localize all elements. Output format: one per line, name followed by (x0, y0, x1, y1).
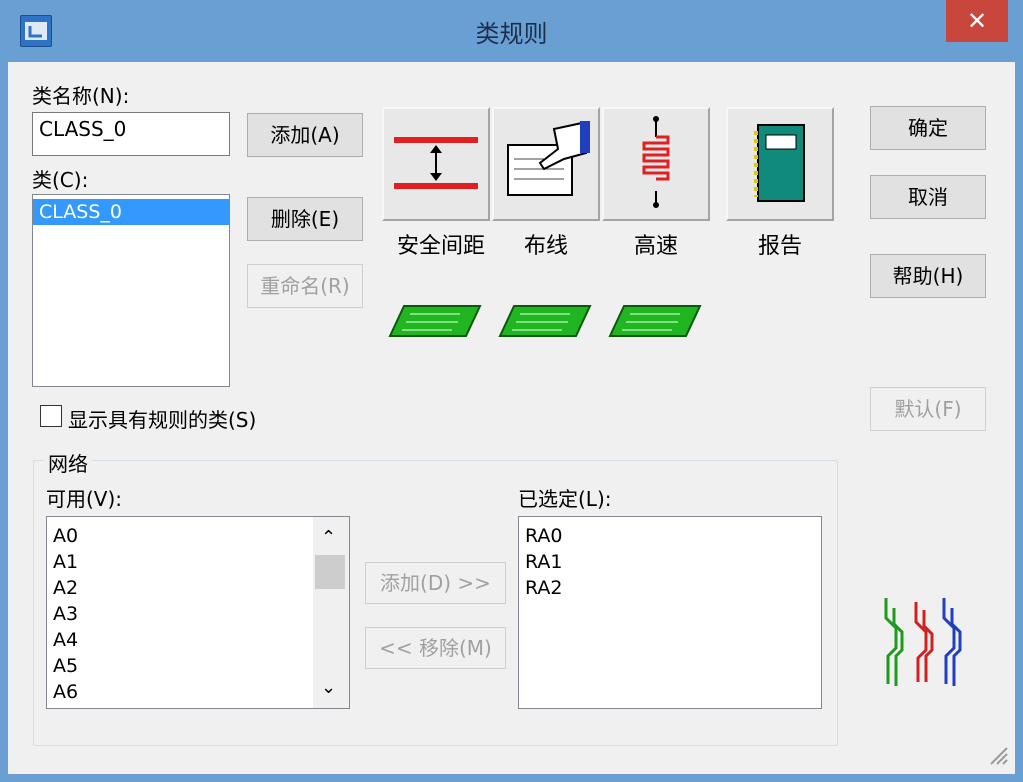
clearance-label: 安全间距 (396, 234, 485, 259)
nets-group-label: 网络 (44, 448, 92, 477)
ok-button[interactable]: 确定 (870, 106, 986, 150)
rename-class-button[interactable]: 重命名(R) (247, 264, 363, 308)
show-rules-label: 显示具有规则的类(S) (68, 408, 257, 432)
default-button[interactable]: 默认(F) (870, 387, 986, 431)
available-label: 可用(V): (46, 487, 123, 511)
clearance-icon (394, 137, 478, 189)
report-icon (754, 124, 805, 202)
routing-label: 布线 (523, 234, 568, 259)
high-speed-rule-button[interactable] (602, 107, 710, 221)
classes-label: 类(C): (32, 168, 89, 192)
remove-net-button[interactable]: << 移除(M) (365, 627, 506, 669)
cancel-button[interactable]: 取消 (870, 175, 986, 219)
list-item[interactable]: A3 (47, 601, 349, 627)
pcb-board-icon[interactable] (388, 302, 482, 345)
list-item[interactable]: A4 (47, 627, 349, 653)
delete-class-button[interactable]: 删除(E) (247, 197, 363, 241)
available-nets-listbox[interactable]: A0 A1 A2 A3 A4 A5 A6 ⌃ ⌄ (46, 516, 350, 709)
routing-rule-button[interactable] (492, 107, 600, 221)
selected-label: 已选定(L): (518, 487, 612, 511)
resize-grip-icon[interactable] (985, 742, 1009, 771)
close-button[interactable]: ✕ (946, 0, 1008, 42)
list-item[interactable]: CLASS_0 (33, 199, 229, 225)
add-class-button[interactable]: 添加(A) (247, 113, 363, 157)
routing-icon (507, 121, 590, 196)
high-speed-label: 高速 (633, 234, 678, 259)
class-name-label: 类名称(N): (32, 84, 130, 108)
list-item[interactable]: RA1 (519, 549, 821, 575)
clearance-rule-button[interactable] (382, 107, 490, 221)
vertical-scrollbar[interactable]: ⌃ ⌄ (313, 517, 349, 708)
pcb-board-icon[interactable] (498, 302, 592, 345)
list-item[interactable]: RA2 (519, 575, 821, 601)
high-speed-icon (642, 116, 670, 208)
list-item[interactable]: RA0 (519, 523, 821, 549)
chevron-up-icon[interactable]: ⌃ (321, 527, 336, 548)
list-item[interactable]: A6 (47, 679, 349, 705)
list-item[interactable]: A2 (47, 575, 349, 601)
scrollbar-thumb[interactable] (315, 555, 345, 589)
list-item[interactable]: A0 (47, 523, 349, 549)
help-button[interactable]: 帮助(H) (870, 254, 986, 298)
list-item[interactable]: A5 (47, 653, 349, 679)
chevron-down-icon[interactable]: ⌄ (321, 677, 336, 698)
classes-listbox[interactable]: CLASS_0 (32, 194, 230, 387)
add-net-button[interactable]: 添加(D) >> (365, 562, 506, 604)
window-title: 类规则 (475, 20, 548, 48)
show-rules-checkbox[interactable] (40, 405, 62, 427)
pcb-board-icon[interactable] (608, 302, 702, 345)
selected-nets-listbox[interactable]: RA0 RA1 RA2 (518, 516, 822, 709)
class-name-input[interactable]: CLASS_0 (32, 112, 230, 156)
list-item[interactable]: A1 (47, 549, 349, 575)
traces-icon (878, 594, 978, 695)
report-label: 报告 (757, 234, 802, 259)
report-button[interactable] (726, 107, 834, 221)
